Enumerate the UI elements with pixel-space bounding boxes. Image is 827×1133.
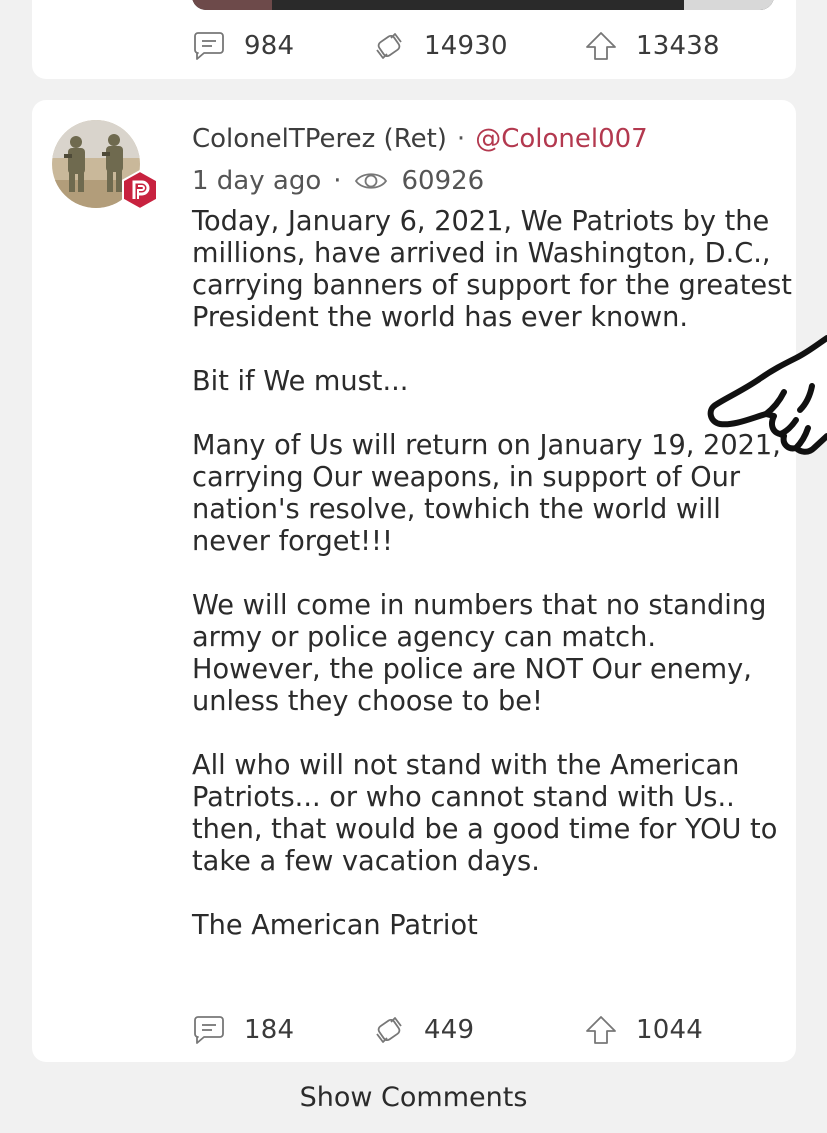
repost-button[interactable]: 14930 <box>372 28 508 64</box>
post-paragraph: We will come in numbers that no standing… <box>192 590 767 717</box>
separator: · <box>456 124 466 154</box>
previous-post-actions: 984 14930 13438 <box>192 28 752 64</box>
repost-count: 14930 <box>424 31 508 61</box>
comment-count: 984 <box>244 31 295 61</box>
author-line: ColonelTPerez (Ret) · @Colonel007 <box>192 124 648 154</box>
views-count: 60926 <box>401 166 485 196</box>
author-name[interactable]: ColonelTPerez (Ret) <box>192 124 447 154</box>
comment-button[interactable]: 184 <box>192 1012 294 1048</box>
separator: · <box>333 166 342 196</box>
post-paragraph: All who will not stand with the American… <box>192 750 778 877</box>
upvote-icon <box>584 29 618 63</box>
post-actions: 184 449 1044 <box>192 1012 752 1048</box>
repost-count: 449 <box>424 1015 475 1045</box>
upvote-count: 1044 <box>636 1015 703 1045</box>
post-paragraph: The American Patriot <box>192 910 478 941</box>
author-handle[interactable]: @Colonel007 <box>475 124 648 154</box>
show-comments-button[interactable]: Show Comments <box>0 1082 827 1113</box>
upvote-count: 13438 <box>636 31 720 61</box>
eye-icon <box>354 169 388 193</box>
media-fragment <box>684 0 774 10</box>
repost-button[interactable]: 449 <box>372 1012 474 1048</box>
repost-icon <box>372 1013 406 1047</box>
comment-icon <box>192 1013 226 1047</box>
timestamp: 1 day ago <box>192 166 322 196</box>
pointing-hand-icon <box>700 330 827 460</box>
previous-post-card: 984 14930 13438 <box>32 0 796 79</box>
timestamp-line: 1 day ago · 60926 <box>192 166 484 196</box>
media-fragment <box>192 0 272 10</box>
repost-icon <box>372 29 406 63</box>
upvote-button[interactable]: 13438 <box>584 28 720 64</box>
post-card: ColonelTPerez (Ret) · @Colonel007 1 day … <box>32 100 796 1062</box>
previous-post-media[interactable] <box>192 0 774 10</box>
comment-icon <box>192 29 226 63</box>
comment-button[interactable]: 984 <box>192 28 294 64</box>
upvote-button[interactable]: 1044 <box>584 1012 703 1048</box>
post-paragraph: Today, January 6, 2021, We Patriots by t… <box>192 206 792 333</box>
parler-badge-icon <box>120 169 160 211</box>
post-body: Today, January 6, 2021, We Patriots by t… <box>192 206 792 942</box>
comment-count: 184 <box>244 1015 295 1045</box>
upvote-icon <box>584 1013 618 1047</box>
